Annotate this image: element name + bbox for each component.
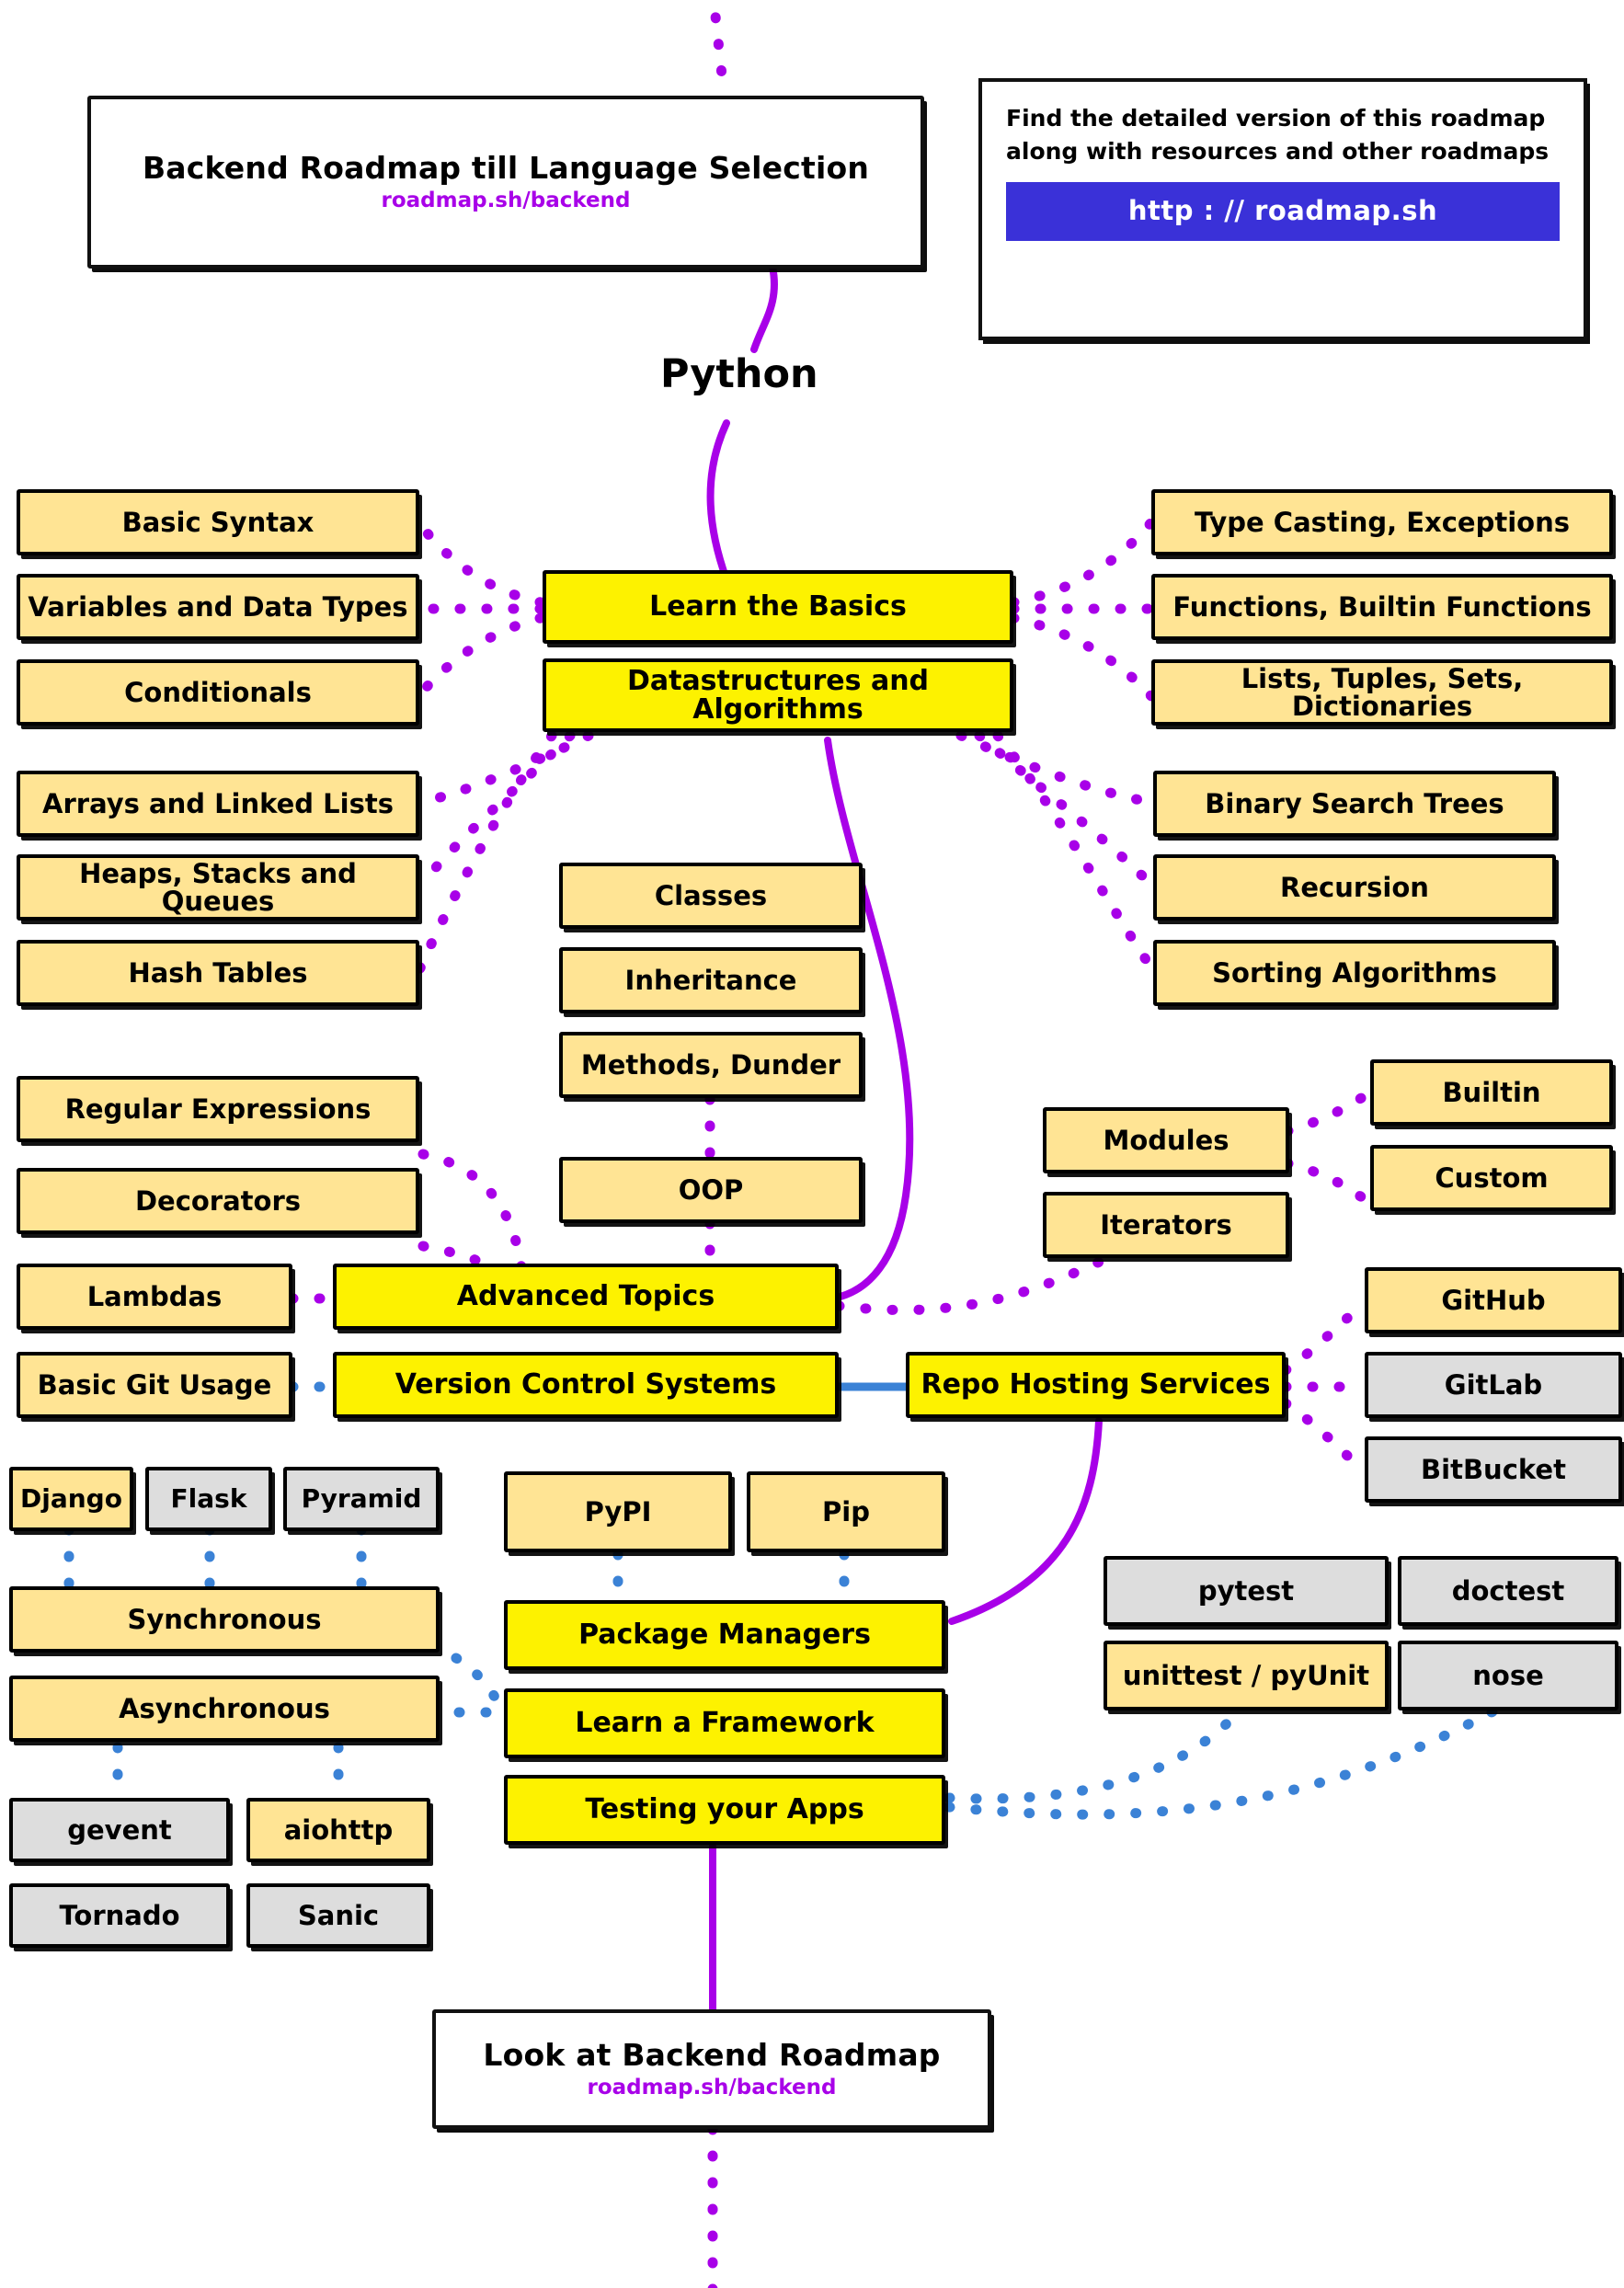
title-box[interactable]: Backend Roadmap till Language Selection … (87, 96, 924, 269)
node-datastructures-and-algorithms[interactable]: Datastructures and Algorithms (543, 658, 1013, 732)
node-recursion[interactable]: Recursion (1153, 854, 1556, 921)
node-version-control-systems[interactable]: Version Control Systems (333, 1352, 839, 1418)
node-variables-and-data-types[interactable]: Variables and Data Types (17, 574, 419, 640)
node-repo-hosting-services[interactable]: Repo Hosting Services (906, 1352, 1286, 1418)
node-package-managers[interactable]: Package Managers (504, 1600, 945, 1670)
node-inheritance[interactable]: Inheritance (559, 947, 863, 1013)
node-sorting-algorithms[interactable]: Sorting Algorithms (1153, 940, 1556, 1006)
node-hash-tables[interactable]: Hash Tables (17, 940, 419, 1006)
node-django[interactable]: Django (9, 1467, 133, 1531)
roadmap-url-button[interactable]: http : // roadmap.sh (1006, 181, 1560, 241)
node-methods-dunder[interactable]: Methods, Dunder (559, 1032, 863, 1098)
node-nose[interactable]: nose (1398, 1641, 1618, 1710)
connector-layer: .solidP{stroke:#a800e8;stroke-width:8;fi… (63, 0, 1514, 2288)
node-regular-expressions[interactable]: Regular Expressions (17, 1076, 419, 1142)
node-unittest-pyunit[interactable]: unittest / pyUnit (1104, 1641, 1389, 1710)
footer-box[interactable]: Look at Backend Roadmap roadmap.sh/backe… (432, 2009, 991, 2129)
info-box: Find the detailed version of this roadma… (978, 78, 1587, 340)
node-heaps-stacks-and-queues[interactable]: Heaps, Stacks and Queues (17, 854, 419, 921)
node-basic-syntax[interactable]: Basic Syntax (17, 489, 419, 555)
node-advanced-topics[interactable]: Advanced Topics (333, 1264, 839, 1330)
node-custom[interactable]: Custom (1370, 1145, 1613, 1211)
node-pip[interactable]: Pip (747, 1471, 945, 1552)
info-line-1: Find the detailed version of this roadma… (1006, 105, 1546, 132)
node-type-casting-exceptions[interactable]: Type Casting, Exceptions (1151, 489, 1613, 555)
node-sanic[interactable]: Sanic (246, 1883, 430, 1948)
node-github[interactable]: GitHub (1365, 1267, 1622, 1333)
node-lists-tuples-sets-dictionaries[interactable]: Lists, Tuples, Sets, Dictionaries (1151, 659, 1613, 726)
node-doctest[interactable]: doctest (1398, 1556, 1618, 1626)
node-arrays-and-linked-lists[interactable]: Arrays and Linked Lists (17, 771, 419, 837)
node-learn-a-framework[interactable]: Learn a Framework (504, 1688, 945, 1758)
footer-heading: Look at Backend Roadmap (483, 2036, 941, 2073)
node-builtin[interactable]: Builtin (1370, 1059, 1613, 1126)
node-modules[interactable]: Modules (1043, 1107, 1289, 1173)
node-pytest[interactable]: pytest (1104, 1556, 1389, 1626)
title-box-heading: Backend Roadmap till Language Selection (142, 149, 870, 186)
node-pypi[interactable]: PyPI (504, 1471, 732, 1552)
title-box-url[interactable]: roadmap.sh/backend (381, 189, 630, 212)
node-classes[interactable]: Classes (559, 863, 863, 929)
node-functions-builtin-functions[interactable]: Functions, Builtin Functions (1151, 574, 1613, 640)
node-bitbucket[interactable]: BitBucket (1365, 1436, 1622, 1503)
roadmap-canvas: .solidP{stroke:#a800e8;stroke-width:8;fi… (0, 0, 1624, 2288)
node-binary-search-trees[interactable]: Binary Search Trees (1153, 771, 1556, 837)
node-synchronous[interactable]: Synchronous (9, 1586, 440, 1653)
node-gevent[interactable]: gevent (9, 1798, 230, 1862)
node-lambdas[interactable]: Lambdas (17, 1264, 292, 1330)
node-conditionals[interactable]: Conditionals (17, 659, 419, 726)
footer-url[interactable]: roadmap.sh/backend (587, 2076, 836, 2099)
node-oop[interactable]: OOP (559, 1157, 863, 1223)
node-flask[interactable]: Flask (145, 1467, 272, 1531)
node-pyramid[interactable]: Pyramid (283, 1467, 440, 1531)
node-aiohttp[interactable]: aiohttp (246, 1798, 430, 1862)
page-title: Python (660, 351, 818, 397)
node-tornado[interactable]: Tornado (9, 1883, 230, 1948)
node-asynchronous[interactable]: Asynchronous (9, 1676, 440, 1742)
node-decorators[interactable]: Decorators (17, 1168, 419, 1234)
node-basic-git-usage[interactable]: Basic Git Usage (17, 1352, 292, 1418)
info-line-2: along with resources and other roadmaps (1006, 138, 1550, 166)
node-learn-the-basics[interactable]: Learn the Basics (543, 570, 1013, 644)
node-testing-your-apps[interactable]: Testing your Apps (504, 1775, 945, 1845)
node-iterators[interactable]: Iterators (1043, 1192, 1289, 1258)
node-gitlab[interactable]: GitLab (1365, 1352, 1622, 1418)
